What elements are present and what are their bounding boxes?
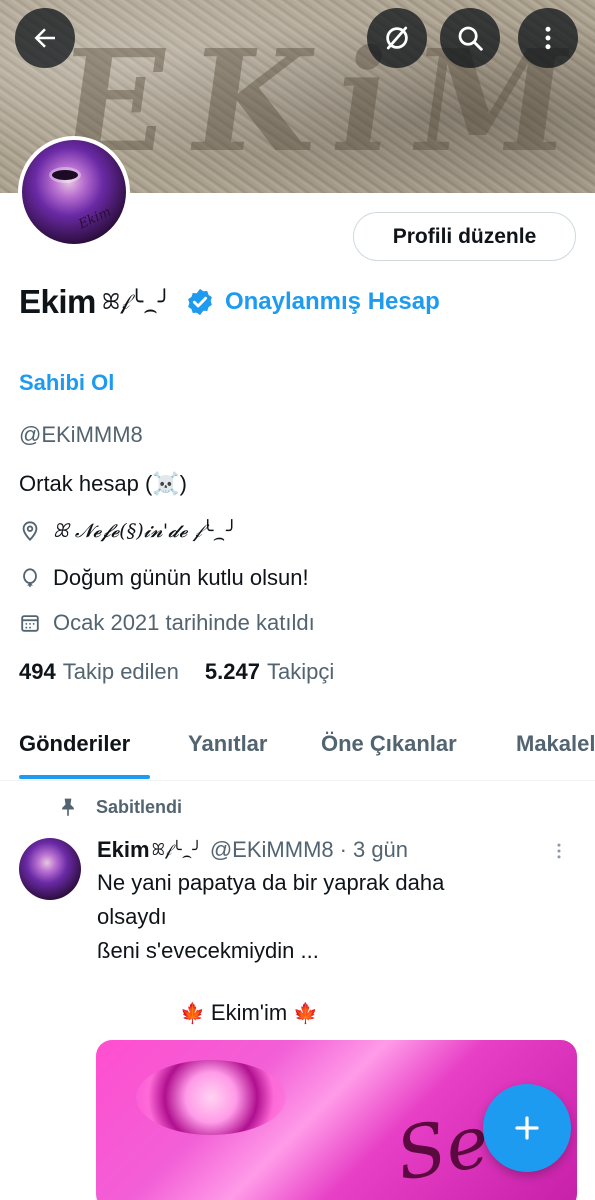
post-time[interactable]: 3 gün	[353, 837, 408, 863]
name-row: Ekim ꕤ𝒻╰⁔╯ Onaylanmış Hesap	[19, 280, 440, 324]
following-link[interactable]: 494 Takip edilen	[19, 659, 179, 685]
post-text-line: olsaydı	[97, 904, 167, 929]
avatar-image: Ekim	[22, 140, 126, 244]
slash-circle-icon	[386, 26, 408, 50]
verified-badge-icon[interactable]	[185, 287, 215, 317]
post-author-avatar[interactable]	[19, 838, 81, 900]
maple-leaf-icon: 🍁	[293, 1002, 319, 1025]
followers-count: 5.247	[204, 659, 260, 684]
post-author-handle[interactable]: @EKiMMM8	[210, 837, 334, 863]
more-vertical-icon	[557, 843, 561, 859]
active-tab-indicator	[19, 775, 150, 779]
image-eye	[136, 1060, 286, 1135]
pinned-indicator: Sabitlendi	[58, 796, 182, 818]
post-text-line: Ne yani papatya da bir yaprak daha	[97, 870, 445, 895]
post-more-button[interactable]	[549, 840, 569, 867]
more-button[interactable]	[518, 8, 578, 68]
tab-posts[interactable]: Gönderiler	[19, 731, 130, 757]
joined-row: Ocak 2021 tarihinde katıldı	[19, 610, 315, 636]
claim-owner-link[interactable]: Sahibi Ol	[19, 370, 114, 396]
tab-highlights[interactable]: Öne Çıkanlar	[321, 731, 457, 757]
post-caption-text: Ekim'im	[210, 1000, 288, 1025]
display-name: Ekim	[19, 283, 96, 320]
profile-avatar[interactable]: Ekim	[18, 136, 130, 248]
profile-tabs: Gönderiler Yanıtlar Öne Çıkanlar Makalel…	[0, 715, 595, 781]
following-label: Takip edilen	[62, 659, 179, 684]
verified-account-link[interactable]: Onaylanmış Hesap	[225, 288, 440, 316]
follow-stats: 494 Takip edilen 5.247 Takipçi	[19, 659, 360, 685]
compose-post-button[interactable]	[483, 1084, 571, 1172]
location-row: ꕤ 𝓝𝓮𝓯𝓮(§)𝓲𝓷'𝓭𝓮 𝒻╰⁔╯	[19, 520, 237, 542]
pin-icon	[62, 798, 74, 817]
banner-sand-text: EKiM	[48, 20, 595, 184]
followers-link[interactable]: 5.247 Takipçi	[205, 659, 334, 685]
post-text-line: ßeni s'evecekmiydin ...	[97, 938, 319, 963]
followers-label: Takipçi	[266, 659, 335, 684]
tab-articles[interactable]: Makaleler	[516, 731, 595, 757]
location-pin-icon	[22, 521, 38, 542]
more-vertical-icon	[545, 26, 551, 50]
following-count: 494	[19, 659, 56, 684]
post-caption: 🍁 Ekim'im 🍁	[174, 1000, 324, 1026]
plus-icon	[515, 1116, 539, 1140]
birthday-row: Doğum günün kutlu olsun!	[19, 565, 309, 591]
joined-text: Ocak 2021 tarihinde katıldı	[53, 610, 315, 635]
maple-leaf-icon: 🍁	[180, 1002, 205, 1025]
post-author-decoration: ꕤ𝒻╰⁔╯	[151, 840, 202, 859]
post-author-name[interactable]: Ekim	[97, 837, 150, 863]
post-body: Ne yani papatya da bir yaprak daha olsay…	[97, 866, 567, 968]
post-separator: ·	[339, 837, 347, 862]
pinned-label: Sabitlendi	[96, 796, 183, 817]
birthday-text: Doğum günün kutlu olsun!	[53, 565, 309, 590]
location-text: ꕤ 𝓝𝓮𝓯𝓮(§)𝓲𝓷'𝓭𝓮 𝒻╰⁔╯	[53, 520, 238, 542]
display-name-decoration: ꕤ𝒻╰⁔╯	[101, 289, 171, 315]
avatar-eye	[52, 170, 78, 180]
post-header: Ekim ꕤ𝒻╰⁔╯ @EKiMMM8 · 3 gün	[97, 837, 408, 863]
back-button[interactable]	[15, 8, 75, 68]
grok-button[interactable]	[367, 8, 427, 68]
back-arrow-icon	[34, 28, 55, 48]
balloon-icon	[23, 568, 37, 588]
profile-handle: @EKiMMM8	[19, 422, 143, 447]
avatar-signature: Ekim	[76, 204, 114, 233]
profile-bio: Ortak hesap (☠️)	[19, 471, 187, 496]
search-button[interactable]	[440, 8, 500, 68]
calendar-icon	[21, 615, 39, 632]
tab-replies[interactable]: Yanıtlar	[188, 731, 267, 757]
edit-profile-button[interactable]: Profili düzenle	[353, 212, 576, 261]
search-icon	[458, 26, 483, 51]
